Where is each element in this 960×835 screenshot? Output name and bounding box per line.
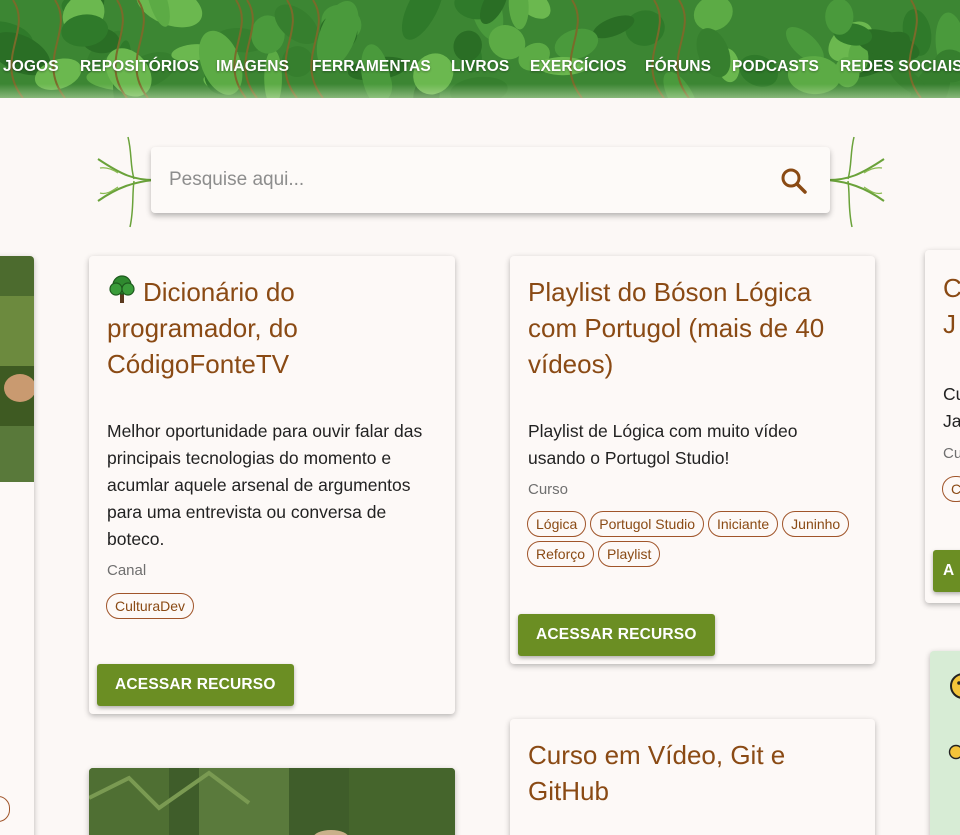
- vine-left-decoration: [97, 136, 155, 228]
- card-type: Canal: [107, 562, 147, 579]
- card-tags: CulturaDev: [106, 593, 445, 619]
- resource-card: Curso em Vídeo, Git e GitHub: [510, 719, 875, 835]
- tag[interactable]: CulturaDev: [106, 593, 195, 619]
- tag[interactable]: Portugol Studio: [590, 511, 704, 537]
- search-bar: [151, 147, 830, 213]
- vine-right-decoration: [827, 136, 885, 228]
- tag[interactable]: Reforço: [527, 541, 595, 567]
- access-resource-button[interactable]: ACESSAR RECURSO: [97, 664, 294, 706]
- nav-item-exercicios[interactable]: EXERCÍCIOS: [530, 58, 627, 76]
- resource-card-image: [89, 768, 455, 835]
- nav-item-repositorios[interactable]: REPOSITÓRIOS: [80, 58, 199, 76]
- header-fade: [0, 84, 960, 98]
- nav-item-foruns[interactable]: FÓRUNS: [645, 58, 711, 76]
- card-description: Melhor oportunidade para ouvir falar das…: [107, 421, 423, 549]
- tag[interactable]: Playlist: [598, 541, 661, 567]
- resource-card: Playlist do Bóson Lógica com Portugol (m…: [510, 256, 875, 664]
- card-type: Curso: [528, 481, 569, 498]
- tree-icon: [109, 275, 135, 303]
- card-partial-right-highlight: [930, 651, 960, 835]
- tag-partial[interactable]: [0, 796, 10, 822]
- card-title[interactable]: Dicionário do programador, do CódigoFont…: [107, 274, 439, 382]
- card-image: [0, 256, 34, 482]
- resource-card: Dicionário do programador, do CódigoFont…: [89, 256, 455, 714]
- nav-item-redes-sociais[interactable]: REDES SOCIAIS: [840, 58, 960, 76]
- nav-item-imagens[interactable]: IMAGENS: [216, 58, 289, 76]
- tag[interactable]: Lógica: [527, 511, 587, 537]
- card-partial-right: C J Cu Ja Cu C A: [925, 250, 960, 603]
- tag[interactable]: Juninho: [782, 511, 850, 537]
- card-description: Cu Ja: [943, 384, 960, 431]
- emoji-icon: [950, 673, 960, 699]
- nav-item-podcasts[interactable]: PODCASTS: [732, 58, 819, 76]
- card-image: [89, 768, 455, 835]
- search-input[interactable]: [169, 165, 749, 195]
- card-title[interactable]: C J: [943, 270, 960, 342]
- access-resource-button[interactable]: ACESSAR RECURSO: [518, 614, 715, 656]
- card-title[interactable]: Curso em Vídeo, Git e GitHub: [528, 737, 859, 809]
- nav-item-ferramentas[interactable]: FERRAMENTAS: [312, 58, 431, 76]
- site-header: JOGOS REPOSITÓRIOS IMAGENS FERRAMENTAS L…: [0, 0, 960, 98]
- card-description: Playlist de Lógica com muito vídeo usand…: [528, 421, 798, 468]
- search-icon: [781, 168, 807, 194]
- card-type: Cu: [943, 445, 960, 462]
- card-partial-left: [0, 256, 34, 835]
- tag[interactable]: C: [942, 476, 960, 502]
- card-title[interactable]: Playlist do Bóson Lógica com Portugol (m…: [528, 274, 859, 382]
- nav-item-jogos[interactable]: JOGOS: [3, 58, 59, 76]
- search-button[interactable]: [777, 164, 811, 198]
- nav-item-livros[interactable]: LIVROS: [451, 58, 509, 76]
- card-tags: Lógica Portugol Studio Iniciante Juninho…: [527, 511, 865, 567]
- emoji-icon-small: [948, 744, 960, 760]
- access-resource-button[interactable]: A: [933, 550, 960, 592]
- tag[interactable]: Iniciante: [708, 511, 779, 537]
